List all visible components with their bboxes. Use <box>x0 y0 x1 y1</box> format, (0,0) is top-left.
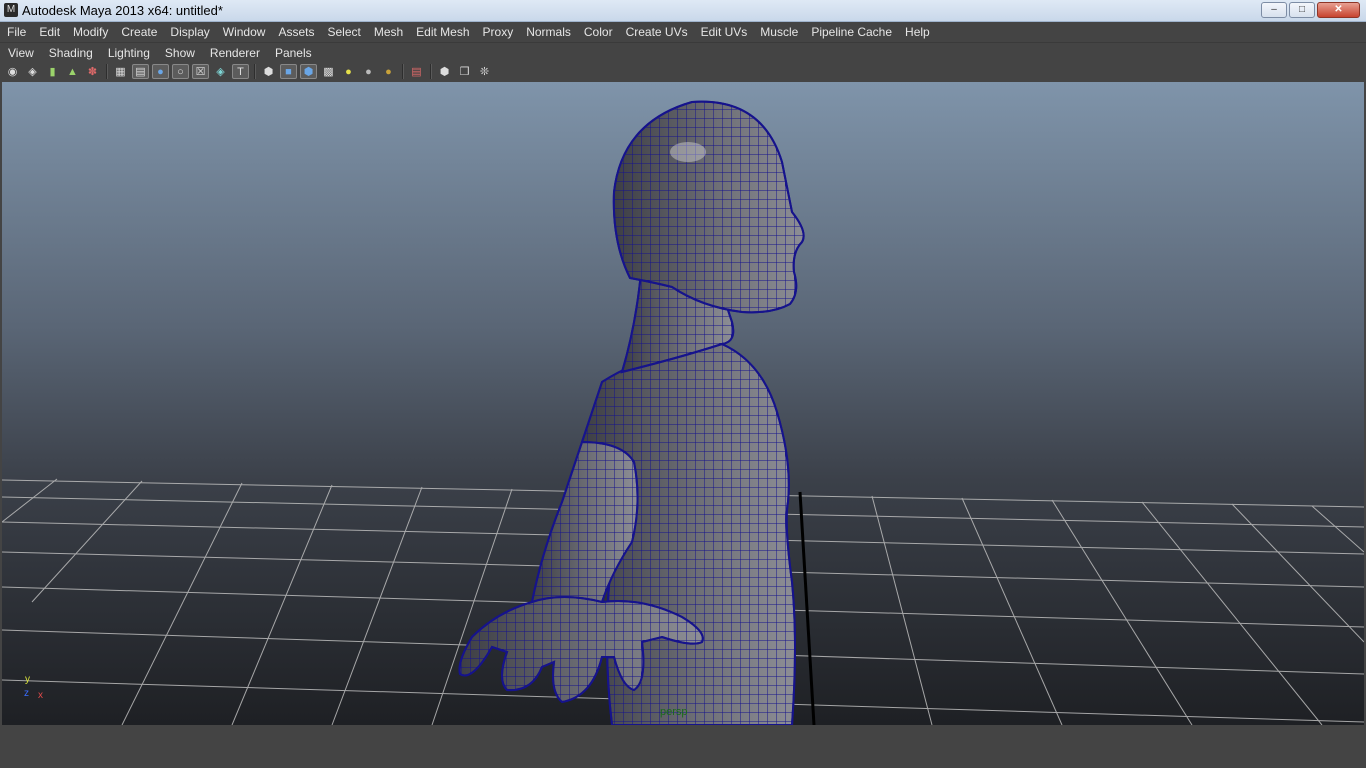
axis-y-label: y <box>25 674 30 685</box>
panel-menu-show[interactable]: Show <box>157 46 202 60</box>
panel-menu-renderer[interactable]: Renderer <box>202 46 267 60</box>
bottom-bar <box>0 725 1366 768</box>
panel-menu-view[interactable]: View <box>0 46 41 60</box>
grid-icon[interactable]: ▦ <box>112 64 129 79</box>
xray-icon[interactable]: ⬢ <box>436 64 453 79</box>
menu-select[interactable]: Select <box>320 25 366 39</box>
window-title: Autodesk Maya 2013 x64: untitled* <box>22 3 223 18</box>
grid-center-axis <box>798 491 816 725</box>
textured-icon[interactable]: ▩ <box>320 64 337 79</box>
maya-window: M Autodesk Maya 2013 x64: untitled* – □ … <box>0 0 1366 768</box>
use-default-lights-icon[interactable]: ● <box>340 64 357 79</box>
minimize-button[interactable]: – <box>1261 2 1287 18</box>
menu-proxy[interactable]: Proxy <box>476 25 520 39</box>
safe-title-icon[interactable]: T <box>232 64 249 79</box>
axis-x-label: x <box>38 690 43 701</box>
shadows-icon[interactable]: ● <box>360 64 377 79</box>
xray-joints-icon[interactable]: ❒ <box>456 64 473 79</box>
maximize-button[interactable]: □ <box>1289 2 1315 18</box>
menu-create-uvs[interactable]: Create UVs <box>619 25 694 39</box>
high-quality-icon[interactable]: ❊ <box>476 64 493 79</box>
panel-menu-panels[interactable]: Panels <box>267 46 319 60</box>
panel-toolbar: ◉ ◈ ▮ ▲ ✽ ▦ ▤ ● ○ ☒ ◈ T ⬢ ■ ⬢ ▩ ● ● ● ▤ … <box>0 61 1366 82</box>
menu-normals[interactable]: Normals <box>519 25 577 39</box>
menu-file[interactable]: File <box>0 25 32 39</box>
toolbar-separator <box>106 64 108 79</box>
camera-select-icon[interactable]: ◉ <box>4 64 21 79</box>
menu-edit-uvs[interactable]: Edit UVs <box>694 25 754 39</box>
image-plane-icon[interactable]: ▲ <box>64 64 81 79</box>
viewport-scene <box>2 100 1364 725</box>
menu-create[interactable]: Create <box>114 25 163 39</box>
field-chart-icon[interactable]: ☒ <box>192 64 209 79</box>
menu-edit-mesh[interactable]: Edit Mesh <box>409 25 475 39</box>
toolbar-separator <box>430 64 432 79</box>
head-highlight <box>670 142 706 162</box>
close-button[interactable]: ✕ <box>1317 2 1360 18</box>
smooth-shade-icon[interactable]: ■ <box>280 64 297 79</box>
isolate-select-icon[interactable]: ▤ <box>408 64 425 79</box>
camera-label: persp <box>660 706 688 718</box>
axis-indicator: y z x <box>20 674 50 704</box>
safe-action-icon[interactable]: ◈ <box>212 64 229 79</box>
menu-mesh[interactable]: Mesh <box>367 25 409 39</box>
axis-z-label: z <box>24 688 29 699</box>
menu-muscle[interactable]: Muscle <box>753 25 804 39</box>
resolution-gate-icon[interactable]: ● <box>152 64 169 79</box>
wireframe-on-shaded-icon[interactable]: ⬢ <box>300 64 317 79</box>
wireframe-icon[interactable]: ⬢ <box>260 64 277 79</box>
panel-menu-bar: View Shading Lighting Show Renderer Pane… <box>0 42 1366 63</box>
camera-attributes-icon[interactable]: ◈ <box>24 64 41 79</box>
toolbar-separator <box>254 64 256 79</box>
perspective-viewport[interactable]: y z x persp <box>2 82 1364 725</box>
menu-display[interactable]: Display <box>163 25 215 39</box>
film-gate-icon[interactable]: ▤ <box>132 64 149 79</box>
menu-color[interactable]: Color <box>577 25 619 39</box>
ambient-occlusion-icon[interactable]: ● <box>380 64 397 79</box>
menu-modify[interactable]: Modify <box>66 25 114 39</box>
character-mesh <box>458 100 805 725</box>
gate-mask-icon[interactable]: ○ <box>172 64 189 79</box>
two-d-pan-zoom-icon[interactable]: ✽ <box>84 64 101 79</box>
window-controls: – □ ✕ <box>1261 2 1360 18</box>
menu-pipeline-cache[interactable]: Pipeline Cache <box>804 25 898 39</box>
maya-app-icon[interactable]: M <box>4 3 18 17</box>
panel-menu-lighting[interactable]: Lighting <box>100 46 157 60</box>
menu-edit[interactable]: Edit <box>32 25 66 39</box>
menu-assets[interactable]: Assets <box>271 25 320 39</box>
menu-window[interactable]: Window <box>216 25 272 39</box>
menu-help[interactable]: Help <box>898 25 936 39</box>
toolbar-separator <box>402 64 404 79</box>
title-bar: M Autodesk Maya 2013 x64: untitled* – □ … <box>0 0 1366 22</box>
main-menu-bar: File Edit Modify Create Display Window A… <box>0 22 1366 42</box>
panel-menu-shading[interactable]: Shading <box>41 46 100 60</box>
bookmark-icon[interactable]: ▮ <box>44 64 61 79</box>
